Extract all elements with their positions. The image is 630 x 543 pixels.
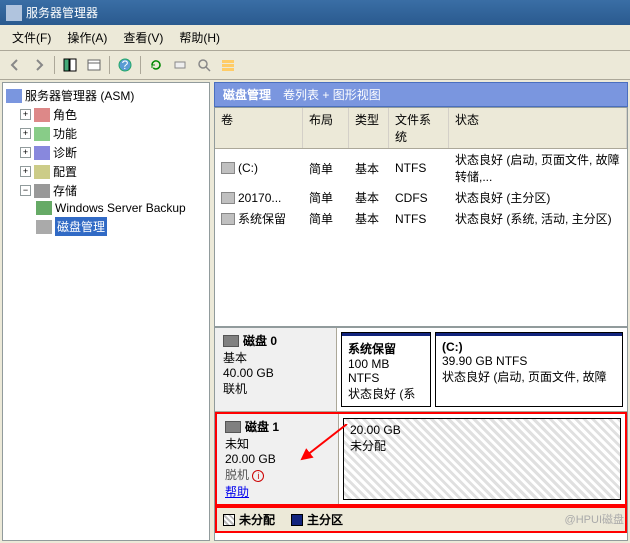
tree-diskmgmt[interactable]: 磁盘管理 <box>36 216 206 237</box>
cd-icon <box>221 192 235 204</box>
volume-row[interactable]: 系统保留 简单 基本 NTFS 状态良好 (系统, 活动, 主分区) <box>215 208 627 229</box>
tree-storage[interactable]: −存储 <box>20 181 206 200</box>
show-hide-button[interactable] <box>59 54 81 76</box>
header-title: 磁盘管理 <box>223 86 271 103</box>
disk-1-row[interactable]: 磁盘 1 未知 20.00 GB 脱机 i 帮助 20.00 GB 未分配 <box>215 412 627 506</box>
menu-bar: 文件(F) 操作(A) 查看(V) 帮助(H) <box>0 25 630 51</box>
hdd-icon <box>223 335 239 347</box>
menu-view[interactable]: 查看(V) <box>115 27 171 48</box>
partition-c[interactable]: (C:) 39.90 GB NTFS 状态良好 (启动, 页面文件, 故障 <box>435 332 623 407</box>
content-header: 磁盘管理 卷列表 + 图形视图 <box>214 82 628 107</box>
disk-graphical-view[interactable]: 磁盘 0 基本 40.00 GB 联机 系统保留 100 MB NTFS 状态良… <box>214 327 628 541</box>
menu-action[interactable]: 操作(A) <box>59 27 115 48</box>
col-layout[interactable]: 布局 <box>303 108 349 148</box>
col-type[interactable]: 类型 <box>349 108 389 148</box>
col-fs[interactable]: 文件系统 <box>389 108 449 148</box>
col-status[interactable]: 状态 <box>449 108 627 148</box>
header-subtitle: 卷列表 + 图形视图 <box>283 86 381 103</box>
rescan-button[interactable] <box>169 54 191 76</box>
tree-root[interactable]: 服务器管理器 (ASM) <box>6 86 206 105</box>
nav-tree[interactable]: 服务器管理器 (ASM) +角色 +功能 +诊断 +配置 −存储 Windows… <box>2 82 210 541</box>
tree-features[interactable]: +功能 <box>20 124 206 143</box>
back-button[interactable] <box>4 54 26 76</box>
disk-0-info[interactable]: 磁盘 0 基本 40.00 GB 联机 <box>215 328 337 411</box>
volume-row[interactable]: 20170... 简单 基本 CDFS 状态良好 (主分区) <box>215 187 627 208</box>
info-icon[interactable]: i <box>252 470 264 482</box>
help-link[interactable]: 帮助 <box>225 485 249 499</box>
volume-row[interactable]: (C:) 简单 基本 NTFS 状态良好 (启动, 页面文件, 故障转储,... <box>215 149 627 187</box>
app-icon <box>6 5 22 21</box>
drive-icon <box>221 162 235 174</box>
tree-wsb[interactable]: Windows Server Backup <box>36 200 206 216</box>
settings-button[interactable] <box>193 54 215 76</box>
partition-unallocated[interactable]: 20.00 GB 未分配 <box>343 418 621 500</box>
list-button[interactable] <box>217 54 239 76</box>
title-bar: 服务器管理器 <box>0 0 630 25</box>
tree-config[interactable]: +配置 <box>20 162 206 181</box>
forward-button[interactable] <box>28 54 50 76</box>
arrow-annotation <box>297 424 357 464</box>
svg-text:?: ? <box>122 58 129 72</box>
legend-unalloc-swatch <box>223 514 235 526</box>
disk-0-row[interactable]: 磁盘 0 基本 40.00 GB 联机 系统保留 100 MB NTFS 状态良… <box>215 328 627 412</box>
tree-diagnostics[interactable]: +诊断 <box>20 143 206 162</box>
menu-help[interactable]: 帮助(H) <box>171 27 228 48</box>
legend-primary-swatch <box>291 514 303 526</box>
toolbar: ? <box>0 51 630 80</box>
volume-header[interactable]: 卷 布局 类型 文件系统 状态 <box>215 108 627 149</box>
window-title: 服务器管理器 <box>26 4 98 21</box>
watermark: @HPUI磁盘 <box>565 511 624 527</box>
menu-file[interactable]: 文件(F) <box>4 27 59 48</box>
partition-system-reserved[interactable]: 系统保留 100 MB NTFS 状态良好 (系 <box>341 332 431 407</box>
help-button[interactable]: ? <box>114 54 136 76</box>
hdd-icon <box>225 421 241 433</box>
volume-list[interactable]: 卷 布局 类型 文件系统 状态 (C:) 简单 基本 NTFS 状态良好 (启动… <box>214 107 628 327</box>
drive-icon <box>221 213 235 225</box>
tree-roles[interactable]: +角色 <box>20 105 206 124</box>
properties-button[interactable] <box>83 54 105 76</box>
col-volume[interactable]: 卷 <box>215 108 303 148</box>
refresh-button[interactable] <box>145 54 167 76</box>
